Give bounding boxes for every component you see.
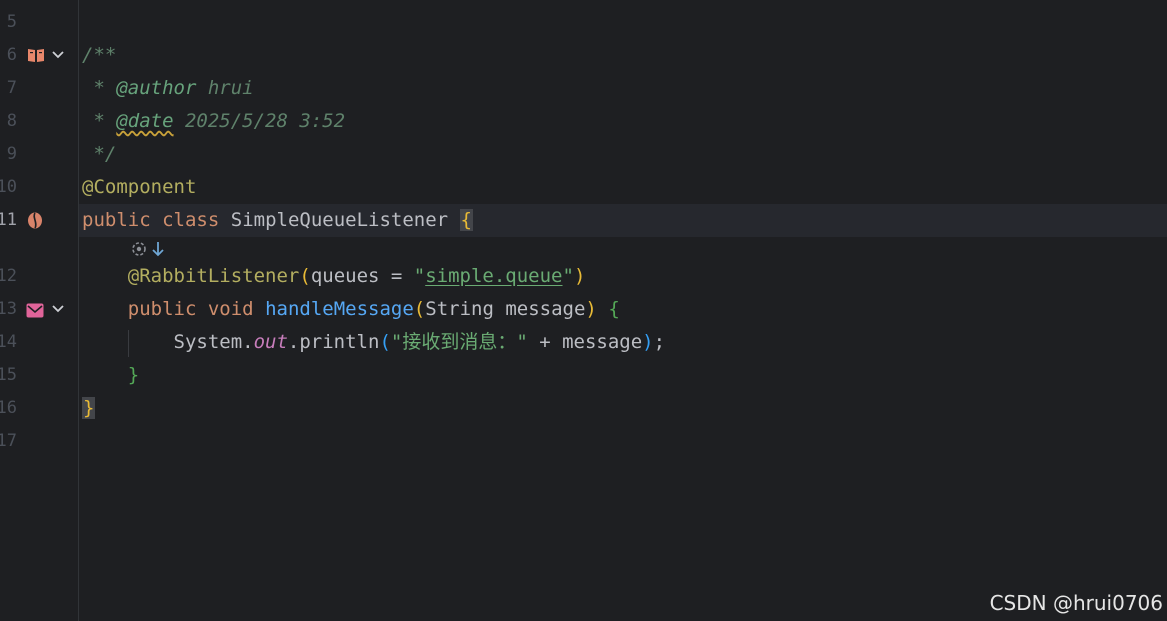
queue-name-string[interactable]: simple.queue <box>425 265 562 287</box>
code-line[interactable]: } <box>82 359 1167 392</box>
paren-open: ( <box>379 331 391 353</box>
line-number: 10 <box>0 177 17 197</box>
line-number: 7 <box>6 78 17 98</box>
keyword-public: public <box>82 209 151 231</box>
param-queues: queues = <box>310 265 414 287</box>
code-line[interactable]: * @author hrui <box>82 72 1167 105</box>
method-param: String message <box>425 298 586 320</box>
indent-guide <box>128 330 129 357</box>
concat-expression: + message <box>527 331 643 353</box>
paren-close: ) <box>642 331 654 353</box>
line-number: 14 <box>0 332 17 352</box>
code-line[interactable]: } <box>82 392 1167 425</box>
code-line[interactable]: @RabbitListener(queues = "simple.queue") <box>82 260 1167 293</box>
annotation-rabbit-listener: @RabbitListener <box>127 265 300 287</box>
gutter-line[interactable]: 9 <box>0 138 79 171</box>
code-line[interactable]: System.out.println("接收到消息：" + message); <box>82 326 1167 359</box>
method-name: handleMessage <box>265 298 414 320</box>
gutter-line[interactable]: 7 <box>0 72 79 105</box>
string-literal: "接收到消息：" <box>390 331 528 353</box>
doc-date-value: 2025/5/28 3:52 <box>173 110 346 132</box>
doc-comment-open: /** <box>82 44 117 66</box>
system-ref: System. <box>173 331 254 353</box>
gutter-line[interactable]: 13 <box>0 293 79 326</box>
line-number: 6 <box>6 45 17 65</box>
bean-icon[interactable] <box>26 212 44 229</box>
doc-tag-author: @author <box>116 77 197 99</box>
line-number: 12 <box>0 266 17 286</box>
paren-close: ) <box>585 298 597 320</box>
gutter-line[interactable]: 5 <box>0 6 79 39</box>
code-line[interactable]: * @date 2025/5/28 3:52 <box>82 105 1167 138</box>
code-line[interactable]: */ <box>82 138 1167 171</box>
paren-open: ( <box>413 298 426 320</box>
line-number: 17 <box>0 431 17 451</box>
gutter-line[interactable]: 16 <box>0 392 79 425</box>
line-number: 8 <box>6 111 17 131</box>
line-number: 13 <box>0 299 17 319</box>
line-number: 5 <box>6 12 17 32</box>
annotation-component: @Component <box>82 176 197 198</box>
gutter-divider <box>78 0 79 621</box>
paren-close: ) <box>573 265 586 287</box>
line-number: 9 <box>6 144 17 164</box>
gutter-line[interactable]: 8 <box>0 105 79 138</box>
book-reader-mode-icon[interactable] <box>27 47 45 64</box>
gutter[interactable]: 5 6 7 8 9 10 11 12 13 14 15 16 17 <box>0 0 79 621</box>
string-quote-close: " <box>562 265 574 287</box>
gutter-line[interactable]: 14 <box>0 326 79 359</box>
method-close-brace: } <box>127 364 140 386</box>
watermark: CSDN @hrui0706 <box>989 591 1163 615</box>
gutter-line[interactable]: 11 <box>0 204 79 237</box>
rabbitmq-hint-icon[interactable] <box>130 240 148 258</box>
gutter-line[interactable]: 15 <box>0 359 79 392</box>
keyword-public: public <box>127 298 197 320</box>
code-line[interactable] <box>82 425 1167 458</box>
doc-comment-star: * <box>82 110 117 132</box>
code-line[interactable]: @Component <box>82 171 1167 204</box>
line-number: 16 <box>0 398 17 418</box>
gutter-line[interactable]: 12 <box>0 260 79 293</box>
code-line-current[interactable]: public class SimpleQueueListener { <box>82 204 1167 237</box>
arrow-down-icon[interactable] <box>151 240 165 258</box>
mail-listener-icon[interactable] <box>26 302 44 319</box>
paren-open: ( <box>299 265 311 287</box>
method-open-brace: { <box>608 298 620 320</box>
class-name: SimpleQueueListener <box>230 209 449 231</box>
println-call: .println <box>287 331 380 353</box>
static-field-out: out <box>253 331 288 353</box>
doc-comment-close: */ <box>82 143 117 165</box>
doc-tag-date: @date <box>116 110 174 132</box>
gutter-line[interactable]: 17 <box>0 425 79 458</box>
chevron-down-icon[interactable] <box>51 48 65 62</box>
line-number: 11 <box>0 210 17 230</box>
doc-author-value: hrui <box>196 77 254 99</box>
string-quote-open: " <box>413 265 426 287</box>
semicolon: ; <box>653 331 666 353</box>
gutter-line[interactable]: 6 <box>0 39 79 72</box>
doc-comment-star: * <box>82 77 117 99</box>
line-number: 15 <box>0 365 17 385</box>
class-open-brace: { <box>459 209 473 231</box>
gutter-line[interactable]: 10 <box>0 171 79 204</box>
code-line[interactable]: /** <box>82 39 1167 72</box>
code-area[interactable]: /** * @author hrui * @date 2025/5/28 3:5… <box>82 0 1167 621</box>
keyword-void: void <box>207 298 254 320</box>
keyword-class: class <box>162 209 220 231</box>
chevron-down-icon[interactable] <box>51 302 65 316</box>
code-editor[interactable]: 5 6 7 8 9 10 11 12 13 14 15 16 17 /** * … <box>0 0 1167 621</box>
class-close-brace: } <box>82 397 96 419</box>
code-line[interactable]: public void handleMessage(String message… <box>82 293 1167 326</box>
